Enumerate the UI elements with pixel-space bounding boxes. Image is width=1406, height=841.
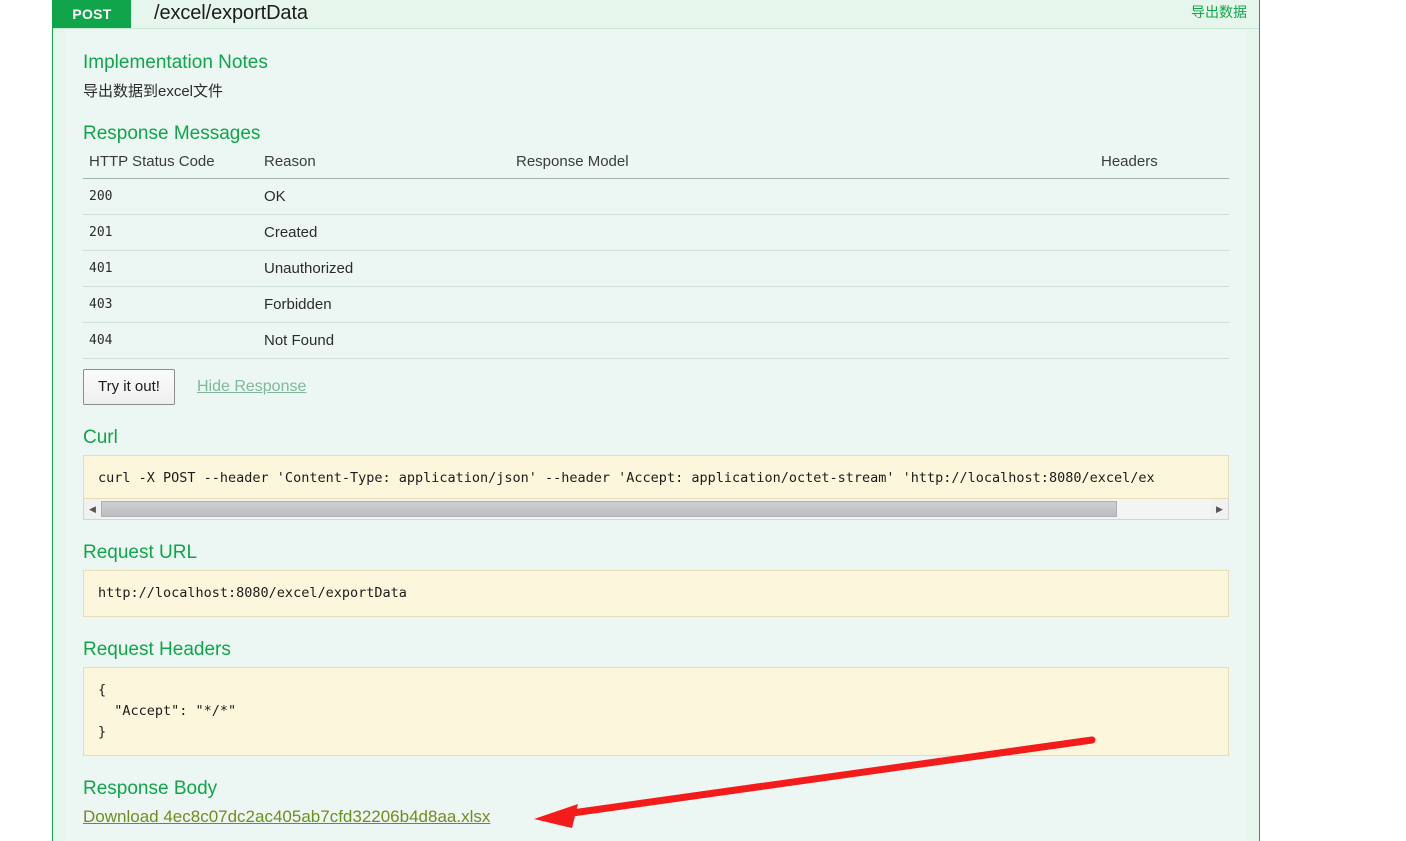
response-body-heading: Response Body: [83, 777, 218, 799]
status-code-cell: 200: [83, 178, 258, 215]
table-header-row: HTTP Status Code Reason Response Model H…: [83, 153, 1229, 179]
scroll-right-arrow-icon[interactable]: ▶: [1211, 499, 1228, 519]
screenshot-root: POST /excel/exportData 导出数据 Implementati…: [0, 0, 1406, 841]
response-model-cell: [510, 214, 1095, 251]
request-headers-heading: Request Headers: [83, 638, 231, 660]
curl-heading: Curl: [83, 427, 118, 448]
curl-horizontal-scrollbar[interactable]: ◀ ▶: [83, 499, 1229, 520]
reason-cell: Created: [258, 214, 510, 251]
curl-command-code[interactable]: curl -X POST --header 'Content-Type: app…: [83, 455, 1229, 499]
response-model-cell: [510, 286, 1095, 323]
status-code-cell: 201: [83, 214, 258, 251]
headers-cell: [1095, 322, 1229, 359]
status-code-cell: 401: [83, 250, 258, 287]
status-code-cell: 403: [83, 286, 258, 323]
column-header-status-code: HTTP Status Code: [83, 153, 258, 179]
hide-response-link[interactable]: Hide Response: [197, 378, 306, 396]
table-row: 404 Not Found: [83, 322, 1229, 359]
table-row: 403 Forbidden: [83, 286, 1229, 323]
implementation-notes-text: 导出数据到excel文件: [83, 83, 224, 100]
headers-cell: [1095, 178, 1229, 215]
operation-content: Implementation Notes 导出数据到excel文件 Respon…: [53, 28, 1259, 841]
try-it-out-button[interactable]: Try it out!: [83, 369, 175, 405]
operation-path[interactable]: /excel/exportData: [154, 2, 308, 25]
column-header-reason: Reason: [258, 153, 510, 179]
operation-tagline-link[interactable]: 导出数据: [1191, 2, 1247, 22]
reason-cell: Not Found: [258, 322, 510, 359]
headers-cell: [1095, 286, 1229, 323]
table-row: 200 OK: [83, 178, 1229, 215]
download-file-link[interactable]: Download 4ec8c07dc2ac405ab7cfd32206b4d8a…: [83, 807, 490, 827]
status-code-cell: 404: [83, 322, 258, 359]
request-url-value[interactable]: http://localhost:8080/excel/exportData: [83, 570, 1229, 617]
response-model-cell: [510, 322, 1095, 359]
reason-cell: OK: [258, 178, 510, 215]
reason-cell: Unauthorized: [258, 250, 510, 287]
reason-cell: Forbidden: [258, 286, 510, 323]
column-header-response-model: Response Model: [510, 153, 1095, 179]
scrollbar-track[interactable]: [101, 499, 1211, 519]
curl-block: curl -X POST --header 'Content-Type: app…: [83, 455, 1229, 520]
operation-inner-panel: Implementation Notes 导出数据到excel文件 Respon…: [65, 29, 1247, 841]
operation-header[interactable]: POST /excel/exportData 导出数据: [53, 0, 1259, 28]
column-header-headers: Headers: [1095, 153, 1229, 179]
request-headers-value[interactable]: { "Accept": "*/*" }: [83, 666, 1229, 756]
scroll-left-arrow-icon[interactable]: ◀: [84, 499, 101, 519]
table-row: 201 Created: [83, 214, 1229, 251]
request-url-heading: Request URL: [83, 542, 198, 563]
headers-cell: [1095, 214, 1229, 251]
http-method-badge: POST: [53, 0, 131, 28]
scrollbar-thumb[interactable]: [101, 501, 1117, 517]
response-messages-table: HTTP Status Code Reason Response Model H…: [83, 153, 1229, 359]
response-messages-heading: Response Messages: [83, 123, 261, 144]
action-buttons-row: Try it out! Hide Response: [83, 369, 1229, 405]
implementation-notes-heading: Implementation Notes: [83, 52, 268, 73]
response-model-cell: [510, 178, 1095, 215]
scroll-right-glyph: ▶: [1216, 503, 1223, 514]
response-model-cell: [510, 250, 1095, 287]
headers-cell: [1095, 250, 1229, 287]
api-operation-block: POST /excel/exportData 导出数据 Implementati…: [52, 0, 1260, 841]
scroll-left-glyph: ◀: [89, 503, 96, 514]
table-row: 401 Unauthorized: [83, 250, 1229, 287]
